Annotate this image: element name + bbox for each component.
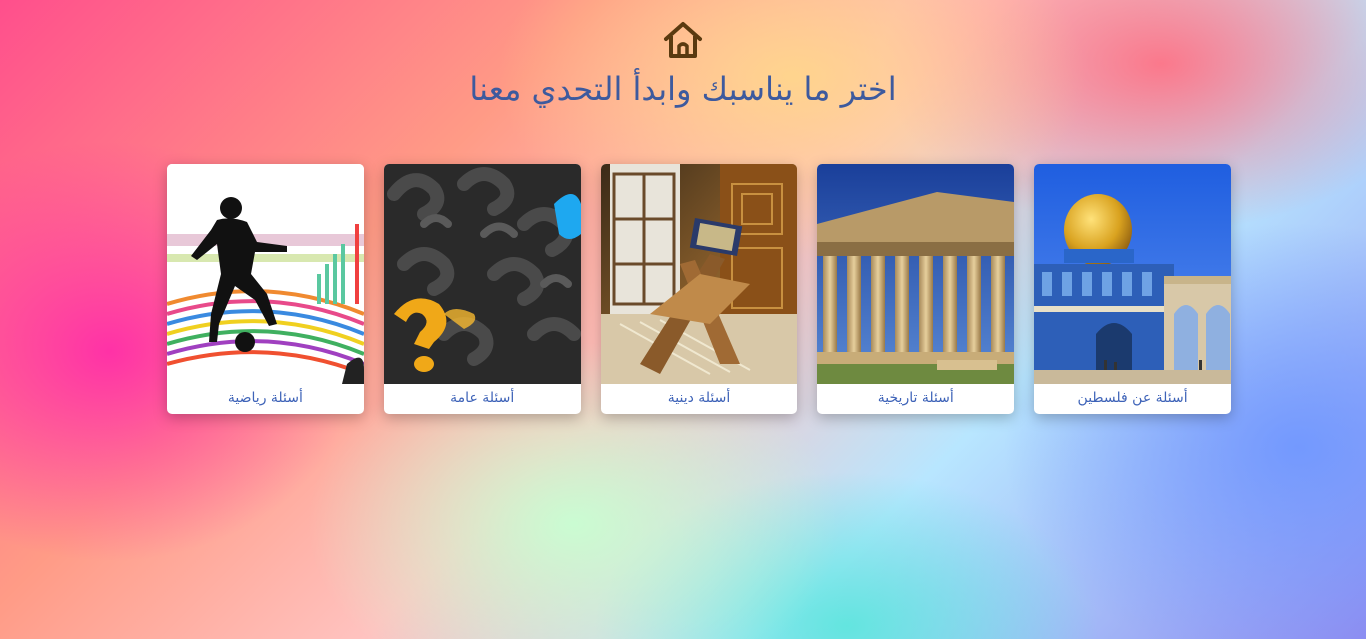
category-cards: أسئلة عن فلسطين أسئلة تاريخية أسئلة ديني… bbox=[167, 164, 1231, 414]
category-card-sports[interactable]: أسئلة رياضية bbox=[167, 164, 364, 414]
football-player-silhouette-image bbox=[167, 164, 364, 384]
category-card-religion[interactable]: أسئلة دينية bbox=[600, 164, 798, 414]
home-icon bbox=[662, 20, 704, 60]
card-label: أسئلة رياضية bbox=[227, 390, 303, 406]
category-card-palestine[interactable]: أسئلة عن فلسطين bbox=[1034, 164, 1231, 414]
category-card-general[interactable]: أسئلة عامة bbox=[383, 164, 581, 414]
question-marks-image bbox=[383, 164, 581, 384]
quran-on-stand-image bbox=[600, 164, 798, 384]
card-label: أسئلة تاريخية bbox=[877, 390, 954, 406]
page-title: اختر ما يناسبك وابدأ التحدي معنا bbox=[469, 70, 897, 108]
parthenon-ruins-image bbox=[817, 164, 1015, 384]
dome-of-the-rock-image bbox=[1034, 164, 1231, 384]
page-header: اختر ما يناسبك وابدأ التحدي معنا bbox=[0, 20, 1366, 108]
category-card-history[interactable]: أسئلة تاريخية bbox=[817, 164, 1015, 414]
card-label: أسئلة دينية bbox=[667, 390, 731, 406]
home-link[interactable] bbox=[662, 20, 704, 64]
card-label: أسئلة عامة bbox=[450, 390, 515, 406]
card-label: أسئلة عن فلسطين bbox=[1077, 390, 1188, 406]
